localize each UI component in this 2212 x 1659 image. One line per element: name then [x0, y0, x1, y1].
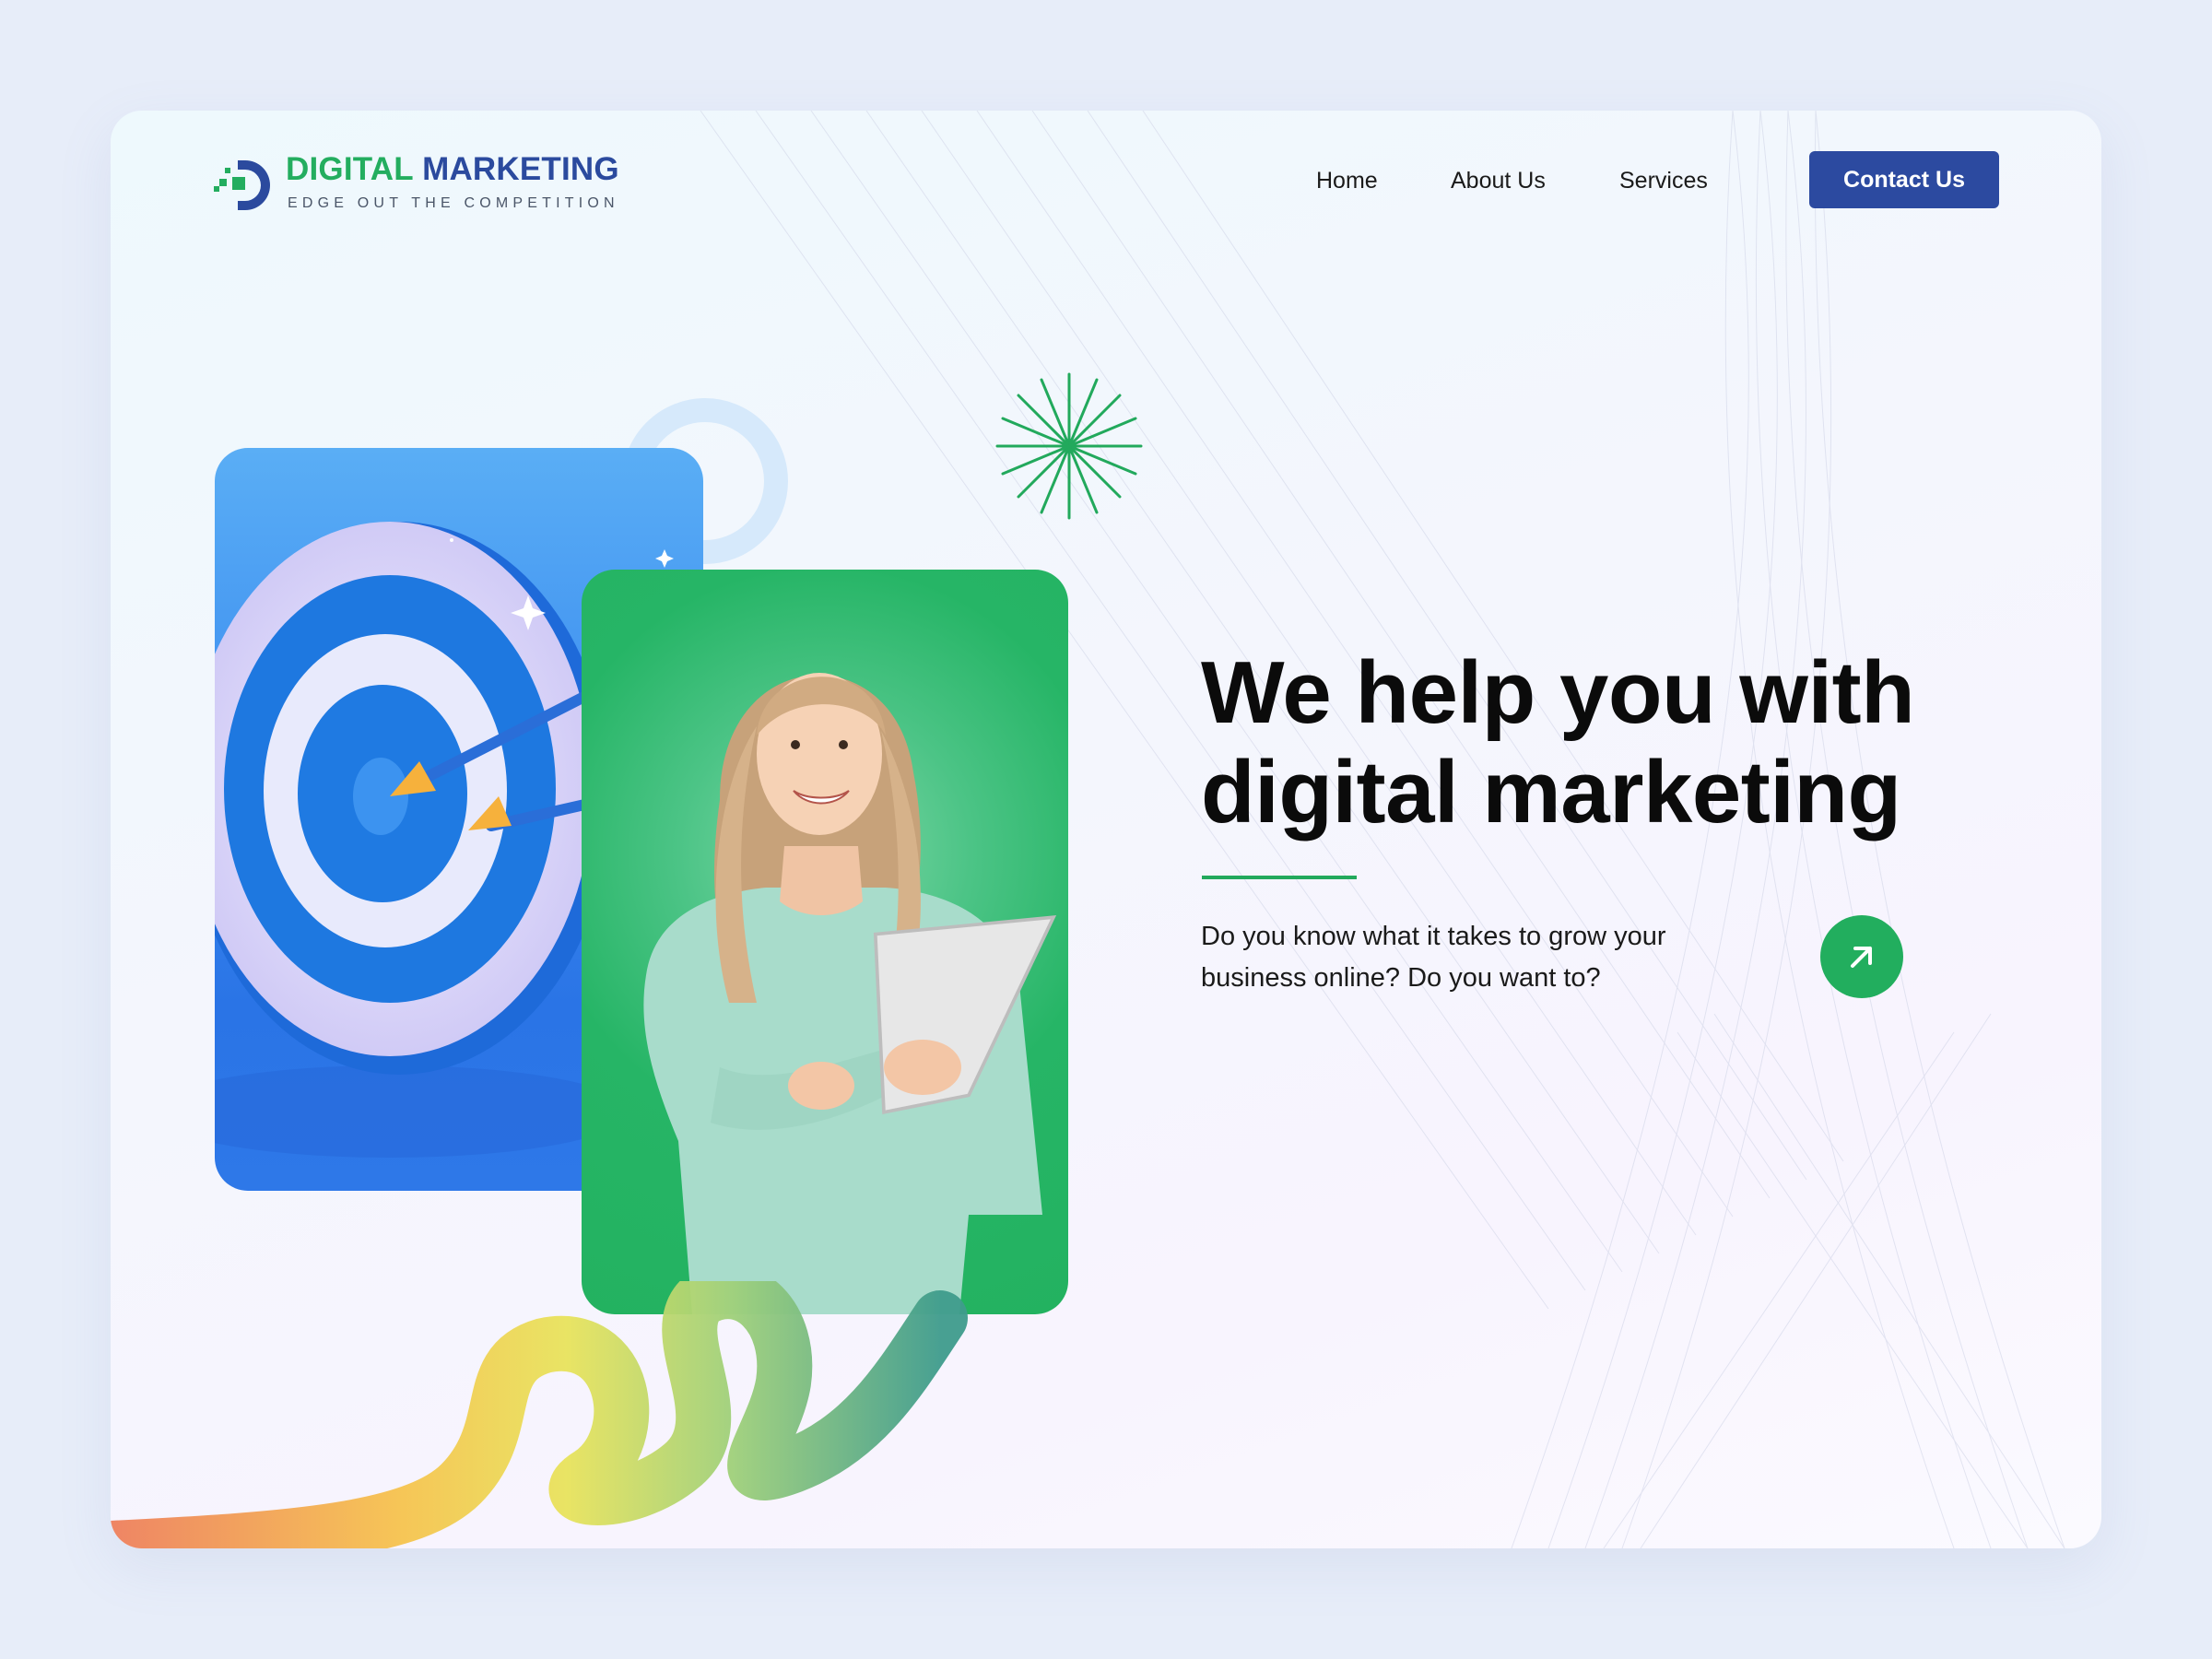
brand-title: DIGITAL MARKETING — [286, 151, 619, 188]
hero-title-line2: digital marketing — [1201, 743, 1901, 841]
learn-more-arrow-button[interactable] — [1820, 915, 1903, 998]
title-underline — [1202, 876, 1357, 879]
contact-us-button[interactable]: Contact Us — [1809, 151, 1999, 208]
hero-card: DIGITAL MARKETING EDGE OUT THE COMPETITI… — [111, 111, 2101, 1548]
sparkle-burst-icon — [995, 372, 1143, 520]
brand-title-part1: DIGITAL — [286, 151, 414, 187]
hero-title-line1: We help you with — [1201, 643, 1915, 742]
nav-about-link[interactable]: About Us — [1451, 168, 1546, 205]
logo-d-icon — [214, 160, 270, 210]
gradient-ribbon-swirl — [111, 1281, 968, 1548]
woman-with-tablet-photo — [643, 673, 1057, 1314]
brand-title-part2: MARKETING — [422, 151, 619, 187]
arrow-up-right-icon — [1851, 947, 1872, 968]
hero-title: We help you with digital marketing — [1201, 643, 1994, 842]
person-photo-card — [582, 570, 1068, 1314]
nav-services-link[interactable]: Services — [1619, 168, 1708, 205]
nav-home-link[interactable]: Home — [1316, 168, 1378, 205]
hero-description: Do you know what it takes to grow your b… — [1201, 922, 1666, 993]
brand-tagline: EDGE OUT THE COMPETITION — [288, 195, 619, 211]
